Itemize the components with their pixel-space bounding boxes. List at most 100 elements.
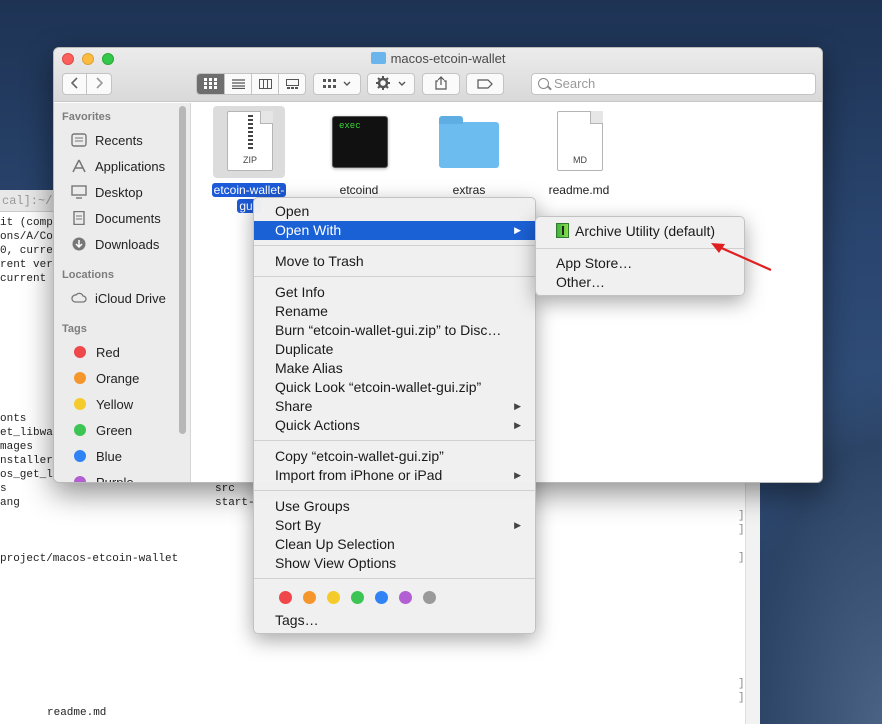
terminal-bracket: ] [738, 692, 745, 704]
sidebar-tag-orange[interactable]: Orange [71, 369, 139, 389]
terminal-line: ons/A/Co [0, 231, 53, 243]
search-icon [538, 78, 549, 89]
sidebar-tag-purple[interactable]: Purple [71, 473, 134, 482]
submenu-item-app-store[interactable]: App Store… [556, 254, 632, 273]
menu-item-open[interactable]: Open [254, 202, 535, 221]
sidebar-item-label: Recents [95, 133, 143, 148]
forward-button[interactable] [87, 74, 111, 94]
terminal-title: cal]:~/De [0, 190, 67, 212]
sidebar-tag-yellow[interactable]: Yellow [71, 395, 133, 415]
menu-separator [254, 440, 535, 441]
sidebar-item-applications[interactable]: Applications [71, 157, 165, 177]
sidebar-item-recents[interactable]: Recents [71, 131, 143, 151]
submenu-item-other[interactable]: Other… [556, 273, 605, 292]
file-item-etcoind[interactable]: exec etcoind [309, 106, 409, 198]
sidebar-heading-locations: Locations [62, 269, 114, 281]
menu-item-label: Archive Utility (default) [575, 223, 716, 239]
share-button[interactable] [422, 73, 460, 95]
tag-purple-dot[interactable] [399, 591, 412, 604]
sidebar-item-label: Red [96, 345, 120, 360]
sidebar-item-downloads[interactable]: Downloads [71, 235, 159, 255]
tag-gray-dot[interactable] [423, 591, 436, 604]
menu-item-move-to-trash[interactable]: Move to Trash [254, 252, 535, 271]
action-menu-button[interactable] [367, 73, 415, 95]
search-input[interactable]: Search [531, 73, 816, 95]
tag-blue-dot[interactable] [375, 591, 388, 604]
menu-item-quick-actions[interactable]: Quick Actions ▶ [254, 416, 535, 435]
tag-green-dot[interactable] [351, 591, 364, 604]
sidebar-tag-green[interactable]: Green [71, 421, 132, 441]
edit-tags-button[interactable] [466, 73, 504, 95]
sidebar-item-desktop[interactable]: Desktop [71, 183, 143, 203]
window-title-text: macos-etcoin-wallet [390, 51, 506, 66]
sidebar-scrollbar[interactable] [179, 106, 186, 434]
menu-item-copy[interactable]: Copy “etcoin-wallet-gui.zip” [254, 447, 535, 466]
group-by-button[interactable] [313, 73, 361, 95]
terminal-line: readme.md [47, 707, 107, 719]
menu-item-label: Open With [275, 222, 342, 238]
annotation-arrow-icon [711, 243, 772, 272]
menu-item-clean-up[interactable]: Clean Up Selection [254, 535, 535, 554]
terminal-line: start- [215, 497, 255, 509]
menu-item-open-with[interactable]: Open With ▶ [254, 221, 535, 240]
gallery-view-button[interactable] [278, 74, 305, 94]
tag-red-dot[interactable] [279, 591, 292, 604]
columns-icon [258, 79, 272, 89]
finder-toolbar: macos-etcoin-wallet Search [54, 48, 822, 102]
list-icon [231, 79, 245, 90]
sidebar-item-label: iCloud Drive [95, 291, 166, 306]
desktop-icon [71, 185, 87, 199]
chevron-left-icon [70, 77, 78, 89]
sidebar-tag-red[interactable]: Red [71, 343, 120, 363]
sidebar-item-documents[interactable]: Documents [71, 209, 161, 229]
menu-item-import[interactable]: Import from iPhone or iPad ▶ [254, 466, 535, 485]
sidebar-item-label: Downloads [95, 237, 160, 252]
window-title: macos-etcoin-wallet [54, 51, 822, 66]
group-icon [322, 79, 336, 88]
menu-separator [254, 276, 535, 277]
column-view-button[interactable] [251, 74, 278, 94]
tag-icon [477, 79, 493, 89]
menu-item-tags[interactable]: Tags… [254, 611, 535, 630]
downloads-icon [71, 237, 87, 251]
terminal-line: ang [0, 497, 20, 509]
menu-item-label: Import from iPhone or iPad [275, 467, 443, 483]
file-name: readme.md [548, 183, 610, 197]
file-item-readme[interactable]: MD readme.md [529, 106, 629, 198]
submenu-item-archive-utility[interactable]: Archive Utility (default) [556, 222, 715, 241]
menu-item-get-info[interactable]: Get Info [254, 283, 535, 302]
terminal-path-line: project/macos-etcoin-wallet [0, 553, 179, 565]
menu-item-show-view-options[interactable]: Show View Options [254, 554, 535, 573]
file-item-extras[interactable]: extras [419, 106, 519, 198]
archive-utility-icon [556, 223, 569, 238]
submenu-arrow-icon: ▶ [514, 401, 521, 411]
menu-separator [254, 578, 535, 579]
menu-item-sort-by[interactable]: Sort By ▶ [254, 516, 535, 535]
grid-icon [204, 78, 217, 89]
menu-item-quick-look[interactable]: Quick Look “etcoin-wallet-gui.zip” [254, 378, 535, 397]
chevron-right-icon [96, 77, 104, 89]
tag-dot-icon [74, 424, 86, 436]
menu-item-duplicate[interactable]: Duplicate [254, 340, 535, 359]
sidebar-item-label: Orange [96, 371, 140, 386]
terminal-bracket: ] [738, 510, 745, 522]
sidebar-tag-blue[interactable]: Blue [71, 447, 122, 467]
menu-item-rename[interactable]: Rename [254, 302, 535, 321]
back-button[interactable] [63, 74, 87, 94]
terminal-bracket: ] [738, 552, 745, 564]
menu-item-make-alias[interactable]: Make Alias [254, 359, 535, 378]
sidebar-heading-favorites: Favorites [62, 111, 111, 123]
icon-view-button[interactable] [197, 74, 224, 94]
tag-orange-dot[interactable] [303, 591, 316, 604]
terminal-line: 0, curre [0, 245, 53, 257]
tag-dot-icon [74, 450, 86, 462]
list-view-button[interactable] [224, 74, 251, 94]
menu-item-burn[interactable]: Burn “etcoin-wallet-gui.zip” to Disc… [254, 321, 535, 340]
tag-yellow-dot[interactable] [327, 591, 340, 604]
tag-dot-icon [74, 372, 86, 384]
sidebar-item-icloud-drive[interactable]: iCloud Drive [71, 289, 166, 309]
terminal-line: onts [0, 413, 27, 425]
sidebar-item-label: Yellow [96, 397, 134, 412]
menu-item-share[interactable]: Share ▶ [254, 397, 535, 416]
menu-item-use-groups[interactable]: Use Groups [254, 497, 535, 516]
